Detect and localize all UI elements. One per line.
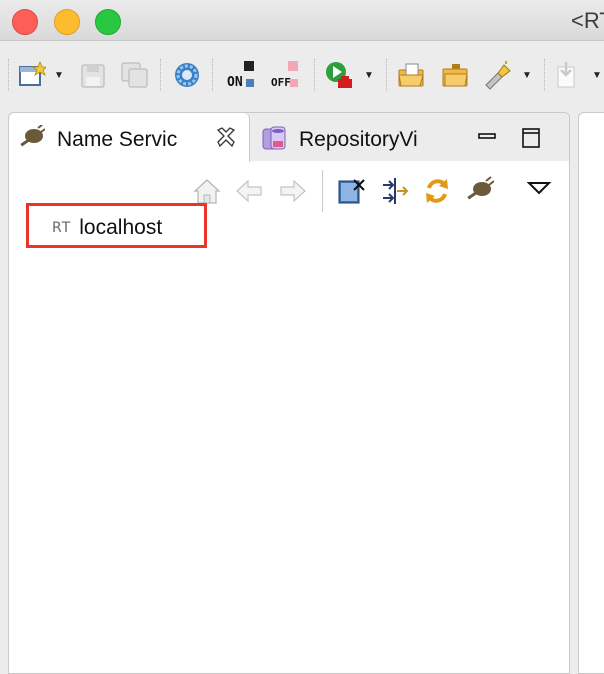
- view-tab-bar: Name Servic RepositoryVi: [9, 113, 569, 162]
- forward-icon[interactable]: [278, 176, 308, 206]
- window-title: <RT: [571, 8, 604, 33]
- open-folder-icon[interactable]: [396, 59, 426, 91]
- import-icon[interactable]: [554, 59, 584, 91]
- svg-text:ON: ON: [227, 75, 243, 90]
- toolbar-separator: [8, 59, 9, 91]
- zoom-window-button[interactable]: [95, 9, 121, 35]
- flashlight-dropdown-arrow[interactable]: ▼: [522, 71, 532, 81]
- toolbar-separator: [160, 59, 161, 91]
- plug-icon: [17, 124, 46, 153]
- new-dropdown-arrow[interactable]: ▼: [54, 71, 64, 81]
- repository-icon: [261, 125, 289, 153]
- open-project-icon[interactable]: [440, 59, 470, 91]
- toolbar-separator: [544, 59, 545, 91]
- new-icon[interactable]: [16, 59, 46, 91]
- title-bar: <RT: [0, 0, 604, 41]
- view-toolbar-separator: [322, 170, 323, 212]
- minimize-window-button[interactable]: [54, 9, 80, 35]
- maximize-view-icon[interactable]: [519, 127, 543, 149]
- connect-icon[interactable]: [336, 176, 366, 206]
- tab-repository-view-label[interactable]: RepositoryVi: [299, 128, 418, 152]
- view-menu-icon[interactable]: [524, 176, 554, 206]
- close-tab-icon[interactable]: [215, 127, 237, 149]
- tab-name-service-label: Name Servic: [57, 128, 178, 151]
- plug-icon[interactable]: [464, 176, 494, 206]
- refresh-icon[interactable]: [422, 176, 452, 206]
- back-icon[interactable]: [234, 176, 264, 206]
- save-all-icon[interactable]: [120, 59, 150, 91]
- off-icon[interactable]: OFF: [270, 59, 300, 91]
- tab-name-service[interactable]: Name Servic: [9, 113, 250, 162]
- on-icon[interactable]: ON: [226, 59, 256, 91]
- svg-text:OFF: OFF: [271, 76, 291, 89]
- minimize-view-icon[interactable]: [475, 127, 499, 149]
- highlight-box: [26, 203, 207, 248]
- main-toolbar: ▼ ON OFF ▼ ▼ ▼: [0, 41, 604, 107]
- close-window-button[interactable]: [12, 9, 38, 35]
- editor-area: [578, 112, 604, 674]
- home-icon[interactable]: [192, 176, 222, 206]
- import-dropdown-arrow[interactable]: ▼: [592, 71, 602, 81]
- sync-arrows-icon[interactable]: [380, 176, 410, 206]
- flashlight-icon[interactable]: [482, 59, 512, 91]
- toolbar-separator: [314, 59, 315, 91]
- run-icon[interactable]: [324, 59, 354, 91]
- run-dropdown-arrow[interactable]: ▼: [364, 71, 374, 81]
- save-icon[interactable]: [78, 59, 108, 91]
- toolbar-separator: [212, 59, 213, 91]
- settings-gear-icon[interactable]: [172, 59, 202, 91]
- toolbar-separator: [386, 59, 387, 91]
